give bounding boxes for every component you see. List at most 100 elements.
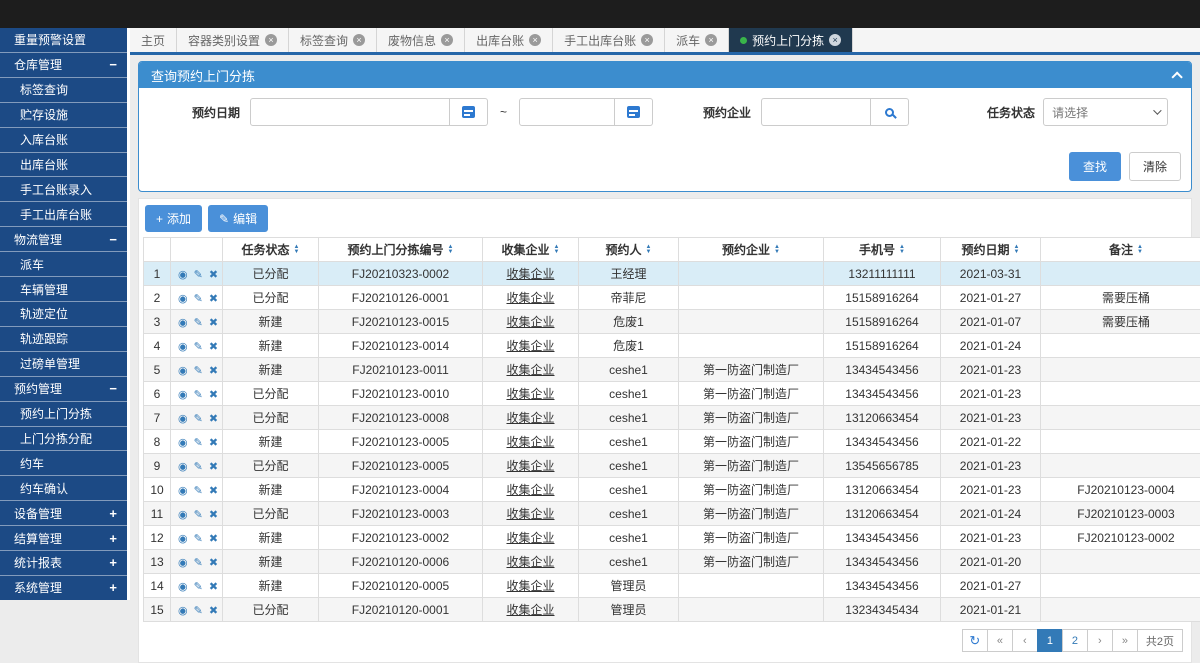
table-row[interactable]: 12◉✎✖新建FJ20210123-0002收集企业ceshe1第一防盗门制造厂… bbox=[144, 526, 1200, 550]
sidebar-item[interactable]: 重量预警设置 bbox=[0, 28, 127, 53]
sidebar-item[interactable]: 仓库管理− bbox=[0, 53, 127, 78]
collector-link[interactable]: 收集企业 bbox=[506, 315, 554, 329]
edit-icon[interactable]: ✎ bbox=[194, 557, 203, 569]
view-icon[interactable]: ◉ bbox=[178, 509, 188, 521]
edit-icon[interactable]: ✎ bbox=[194, 293, 203, 305]
sidebar-item[interactable]: 手工出库台账 bbox=[0, 202, 127, 227]
sort-icon[interactable]: ▲▼ bbox=[294, 245, 300, 255]
column-header[interactable]: 任务状态▲▼ bbox=[223, 238, 319, 262]
table-row[interactable]: 5◉✎✖新建FJ20210123-0011收集企业ceshe1第一防盗门制造厂1… bbox=[144, 358, 1200, 382]
tab-item[interactable]: 主页 bbox=[130, 28, 177, 52]
prev-page-button[interactable]: ‹ bbox=[1012, 629, 1038, 652]
delete-icon[interactable]: ✖ bbox=[209, 269, 218, 281]
sort-icon[interactable]: ▲▼ bbox=[899, 245, 905, 255]
edit-icon[interactable]: ✎ bbox=[194, 365, 203, 377]
status-select[interactable]: 请选择 bbox=[1043, 98, 1168, 126]
tab-close-icon[interactable]: × bbox=[705, 34, 717, 46]
edit-icon[interactable]: ✎ bbox=[194, 461, 203, 473]
edit-icon[interactable]: ✎ bbox=[194, 437, 203, 449]
table-row[interactable]: 13◉✎✖新建FJ20210120-0006收集企业ceshe1第一防盗门制造厂… bbox=[144, 550, 1200, 574]
refresh-button[interactable]: ↻ bbox=[962, 629, 988, 652]
sidebar-item[interactable]: 派车 bbox=[0, 252, 127, 277]
tab-close-icon[interactable]: × bbox=[641, 34, 653, 46]
next-page-button[interactable]: › bbox=[1087, 629, 1113, 652]
search-button[interactable]: 查找 bbox=[1069, 152, 1121, 181]
sidebar-item[interactable]: 轨迹跟踪 bbox=[0, 327, 127, 352]
edit-icon[interactable]: ✎ bbox=[194, 605, 203, 617]
collector-link[interactable]: 收集企业 bbox=[506, 291, 554, 305]
delete-icon[interactable]: ✖ bbox=[209, 581, 218, 593]
collapse-icon[interactable]: − bbox=[109, 232, 117, 247]
delete-icon[interactable]: ✖ bbox=[209, 365, 218, 377]
tab-close-icon[interactable]: × bbox=[265, 34, 277, 46]
collector-link[interactable]: 收集企业 bbox=[506, 579, 554, 593]
page-button[interactable]: 2 bbox=[1062, 629, 1088, 652]
delete-icon[interactable]: ✖ bbox=[209, 341, 218, 353]
delete-icon[interactable]: ✖ bbox=[209, 389, 218, 401]
delete-icon[interactable]: ✖ bbox=[209, 509, 218, 521]
view-icon[interactable]: ◉ bbox=[178, 389, 188, 401]
tab-close-icon[interactable]: × bbox=[829, 34, 841, 46]
collapse-panel-icon[interactable] bbox=[1171, 71, 1182, 82]
column-header[interactable]: 手机号▲▼ bbox=[824, 238, 941, 262]
date-to-calendar-button[interactable] bbox=[615, 98, 653, 126]
sidebar-item[interactable]: 统计报表+ bbox=[0, 551, 127, 576]
tab-item[interactable]: 出库台账× bbox=[465, 28, 553, 52]
sort-icon[interactable]: ▲▼ bbox=[774, 245, 780, 255]
column-header[interactable]: 备注▲▼ bbox=[1041, 238, 1200, 262]
collector-link[interactable]: 收集企业 bbox=[506, 531, 554, 545]
collector-link[interactable]: 收集企业 bbox=[506, 507, 554, 521]
edit-icon[interactable]: ✎ bbox=[194, 341, 203, 353]
collector-link[interactable]: 收集企业 bbox=[506, 411, 554, 425]
collector-link[interactable]: 收集企业 bbox=[506, 603, 554, 617]
expand-icon[interactable]: + bbox=[109, 531, 117, 546]
sidebar-item[interactable]: 出库台账 bbox=[0, 153, 127, 178]
delete-icon[interactable]: ✖ bbox=[209, 317, 218, 329]
view-icon[interactable]: ◉ bbox=[178, 605, 188, 617]
delete-icon[interactable]: ✖ bbox=[209, 605, 218, 617]
column-header[interactable]: 预约人▲▼ bbox=[579, 238, 679, 262]
search-panel-header[interactable]: 查询预约上门分拣 bbox=[139, 62, 1191, 88]
table-row[interactable]: 11◉✎✖已分配FJ20210123-0003收集企业ceshe1第一防盗门制造… bbox=[144, 502, 1200, 526]
tab-close-icon[interactable]: × bbox=[441, 34, 453, 46]
sidebar-item[interactable]: 标签查询 bbox=[0, 78, 127, 103]
table-row[interactable]: 2◉✎✖已分配FJ20210126-0001收集企业帝菲尼15158916264… bbox=[144, 286, 1200, 310]
delete-icon[interactable]: ✖ bbox=[209, 557, 218, 569]
view-icon[interactable]: ◉ bbox=[178, 533, 188, 545]
view-icon[interactable]: ◉ bbox=[178, 557, 188, 569]
sort-icon[interactable]: ▲▼ bbox=[448, 245, 454, 255]
sidebar-item[interactable]: 手工台账录入 bbox=[0, 177, 127, 202]
table-row[interactable]: 15◉✎✖已分配FJ20210120-0001收集企业管理员1323434543… bbox=[144, 598, 1200, 622]
page-button[interactable]: 1 bbox=[1037, 629, 1063, 652]
sort-icon[interactable]: ▲▼ bbox=[1137, 245, 1143, 255]
tab-item[interactable]: 容器类别设置× bbox=[177, 28, 289, 52]
view-icon[interactable]: ◉ bbox=[178, 365, 188, 377]
sidebar-item[interactable]: 上门分拣分配 bbox=[0, 427, 127, 452]
table-row[interactable]: 8◉✎✖新建FJ20210123-0005收集企业ceshe1第一防盗门制造厂1… bbox=[144, 430, 1200, 454]
edit-icon[interactable]: ✎ bbox=[194, 317, 203, 329]
view-icon[interactable]: ◉ bbox=[178, 461, 188, 473]
table-row[interactable]: 6◉✎✖已分配FJ20210123-0010收集企业ceshe1第一防盗门制造厂… bbox=[144, 382, 1200, 406]
clear-button[interactable]: 清除 bbox=[1129, 152, 1181, 181]
sidebar-item[interactable]: 约车确认 bbox=[0, 476, 127, 501]
sidebar-item[interactable]: 约车 bbox=[0, 451, 127, 476]
sidebar-item[interactable]: 入库台账 bbox=[0, 128, 127, 153]
tab-active[interactable]: 预约上门分拣× bbox=[729, 28, 853, 52]
collector-link[interactable]: 收集企业 bbox=[506, 267, 554, 281]
table-row[interactable]: 14◉✎✖新建FJ20210120-0005收集企业管理员13434543456… bbox=[144, 574, 1200, 598]
sidebar-item[interactable]: 物流管理− bbox=[0, 227, 127, 252]
table-row[interactable]: 3◉✎✖新建FJ20210123-0015收集企业危废1151589162642… bbox=[144, 310, 1200, 334]
view-icon[interactable]: ◉ bbox=[178, 437, 188, 449]
expand-icon[interactable]: + bbox=[109, 580, 117, 595]
view-icon[interactable]: ◉ bbox=[178, 581, 188, 593]
tab-close-icon[interactable]: × bbox=[529, 34, 541, 46]
date-from-calendar-button[interactable] bbox=[450, 98, 488, 126]
collector-link[interactable]: 收集企业 bbox=[506, 555, 554, 569]
view-icon[interactable]: ◉ bbox=[178, 413, 188, 425]
first-page-button[interactable]: « bbox=[987, 629, 1013, 652]
tab-close-icon[interactable]: × bbox=[353, 34, 365, 46]
view-icon[interactable]: ◉ bbox=[178, 485, 188, 497]
view-icon[interactable]: ◉ bbox=[178, 269, 188, 281]
sort-icon[interactable]: ▲▼ bbox=[1014, 245, 1020, 255]
expand-icon[interactable]: + bbox=[109, 555, 117, 570]
